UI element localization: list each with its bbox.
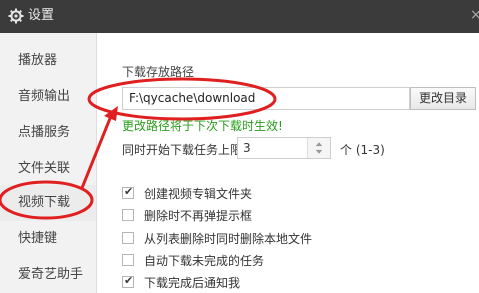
spinner-arrows-icon[interactable] [307,138,330,158]
window-title: 设置 [28,8,55,23]
sidebar-item-file-association[interactable]: 文件关联 [0,151,96,187]
option-label: 自动下载未完成的任务 [144,254,265,268]
title-bar: 设置 × [0,0,479,33]
change-directory-button[interactable]: 更改目录 [410,87,476,110]
download-settings-panel: 下载存放路径 F:\qycache\download 更改目录 更改路径将于下次… [98,33,479,293]
check-icon: ✔ [124,185,134,198]
checkbox[interactable]: ✔ [122,274,134,288]
option-label: 删除时不再弹提示框 [144,209,253,223]
concurrent-limit-range: 个 (1-3) [340,143,385,157]
option-label: 创建视频专辑文件夹 [144,187,253,201]
checkbox[interactable] [122,232,134,244]
sidebar-item-video-download[interactable]: 视频下载 [0,185,96,221]
settings-sidebar: 播放器 音频输出 点播服务 文件关联 视频下载 快捷键 爱奇艺助手 [0,33,97,293]
concurrent-limit-label: 同时开始下载任务上限 [122,143,243,157]
checkbox[interactable] [122,209,134,221]
download-path-input[interactable]: F:\qycache\download [122,87,410,110]
path-change-hint: 更改路径将于下次下载时生效! [122,119,283,133]
gear-icon [8,8,24,24]
check-icon: ✔ [124,274,134,287]
sidebar-item-audio-output[interactable]: 音频输出 [0,79,96,115]
download-path-label: 下载存放路径 [122,65,195,79]
sidebar-item-vod-service[interactable]: 点播服务 [0,115,96,151]
checkbox[interactable]: ✔ [122,185,134,199]
option-label: 下载完成后通知我 [144,276,241,290]
close-icon[interactable]: × [470,7,479,23]
sidebar-item-player[interactable]: 播放器 [0,43,96,79]
checkbox[interactable] [122,254,134,266]
sidebar-item-iqiyi-assistant[interactable]: 爱奇艺助手 [0,257,96,293]
option-label: 从列表删除时同时删除本地文件 [144,232,313,246]
sidebar-item-shortcuts[interactable]: 快捷键 [0,221,96,257]
